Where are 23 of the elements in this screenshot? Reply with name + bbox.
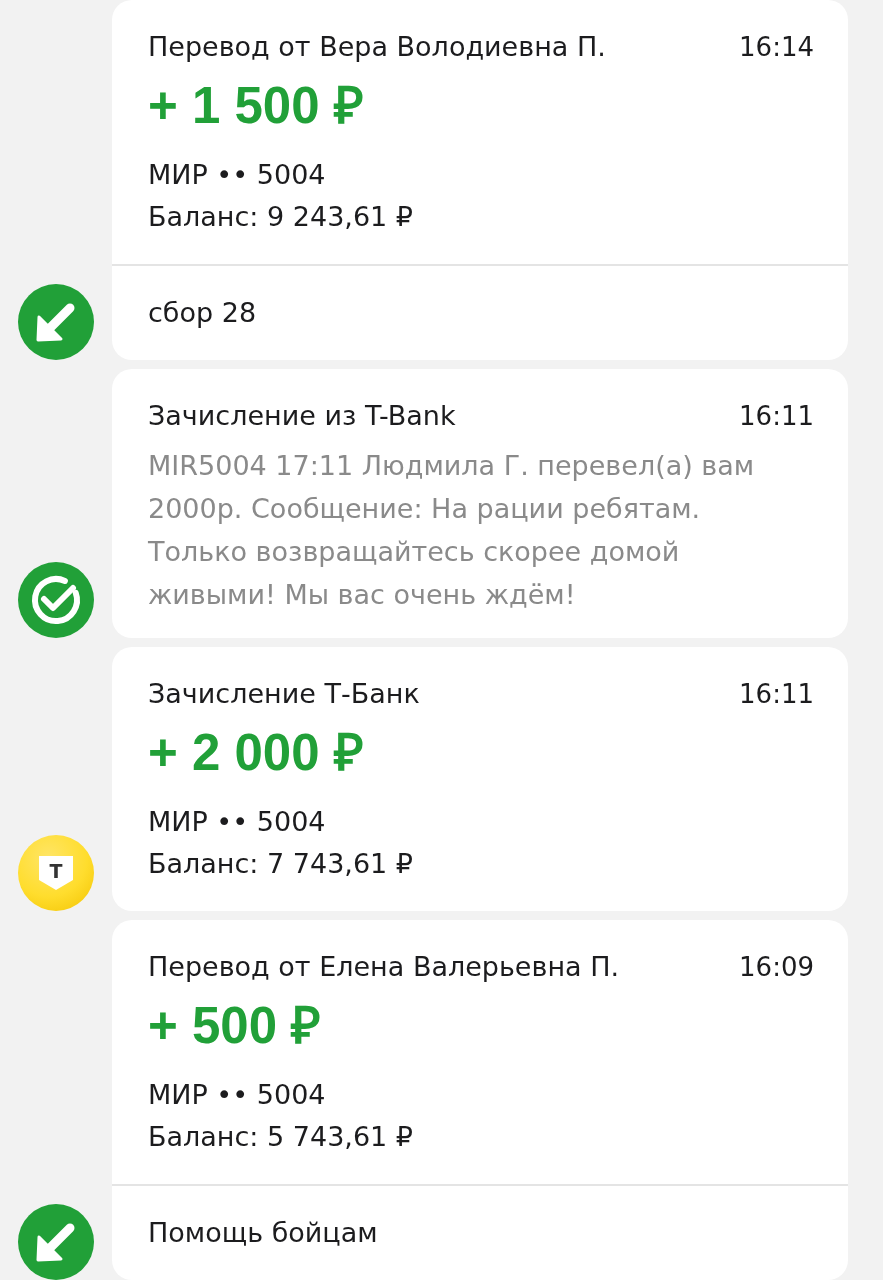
message-title: Зачисление Т-Банк — [148, 677, 420, 711]
time-label: 16:09 — [739, 951, 814, 984]
message-text: MIR5004 17:11 Людмила Г. перевел(а) вам 2000р. Сообщение: На рации ребятам. Только возвращайтесь скорее домой живыми! Мы вас очень ждём! — [148, 449, 756, 612]
message-title: Зачисление из T-Bank — [148, 399, 456, 433]
message-title: Перевод от Елена Валерьевна П. — [148, 950, 620, 984]
comment-text: Помощь бойцам — [148, 1217, 378, 1248]
amount-text: + 2 000 ₽ — [148, 723, 365, 783]
comment-text: сбор 28 — [148, 297, 257, 328]
amount-text: + 500 ₽ — [148, 996, 323, 1056]
logo-letter: Т — [49, 861, 63, 881]
card-number: МИР •• 5004 — [148, 805, 327, 839]
balance-text: Баланс: 9 243,61 ₽ — [148, 200, 415, 234]
time-label: 16:14 — [739, 31, 814, 64]
time-label: 16:11 — [739, 400, 814, 433]
amount-text: + 1 500 ₽ — [148, 76, 365, 136]
card-number: МИР •• 5004 — [148, 158, 327, 192]
card-number: МИР •• 5004 — [148, 1078, 327, 1112]
balance-text: Баланс: 7 743,61 ₽ — [148, 847, 415, 881]
shield-icon — [39, 856, 73, 890]
balance-text: Баланс: 5 743,61 ₽ — [148, 1120, 415, 1154]
time-label: 16:11 — [739, 678, 814, 711]
message-title: Перевод от Вера Володиевна П. — [148, 30, 606, 64]
check-logo-icon — [18, 562, 94, 638]
